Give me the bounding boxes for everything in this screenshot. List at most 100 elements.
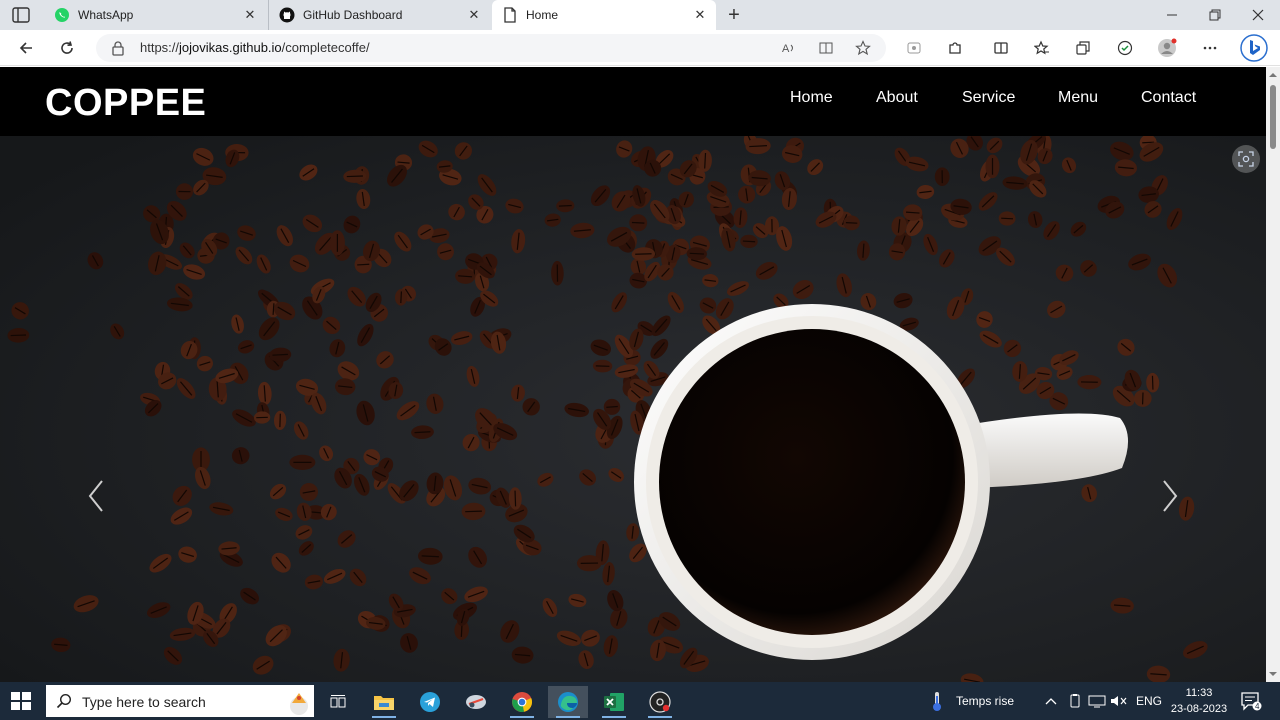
edge-icon[interactable]	[548, 686, 588, 718]
nav-home[interactable]: Home	[790, 89, 833, 107]
nav-service[interactable]: Service	[962, 89, 1015, 107]
tab-home[interactable]: Home ✕	[492, 0, 716, 30]
tab-strip: WhatsApp ✕ GitHub Dashboard ✕ Home ✕ +	[0, 0, 1280, 30]
language-indicator[interactable]: ENG	[1136, 682, 1162, 720]
tab-github-dashboard[interactable]: GitHub Dashboard ✕	[268, 0, 490, 30]
scroll-down-icon[interactable]	[1269, 670, 1277, 678]
immersive-reader-icon[interactable]	[817, 39, 835, 57]
network-icon[interactable]	[1088, 682, 1106, 720]
url-scheme: https://	[140, 40, 180, 55]
new-tab-icon[interactable]: +	[722, 3, 746, 27]
system-clock[interactable]: 11:33 23-08-2023	[1170, 685, 1228, 717]
nav-contact[interactable]: Contact	[1141, 89, 1196, 107]
carousel-next-icon[interactable]	[1158, 476, 1182, 516]
file-explorer-icon[interactable]	[364, 686, 404, 718]
running-indicator	[556, 716, 580, 718]
coffee-bean-crease	[357, 263, 370, 266]
hero-image	[0, 132, 1266, 682]
tab-actions-icon[interactable]	[12, 7, 30, 23]
task-view-icon[interactable]	[318, 686, 358, 718]
close-window-icon[interactable]	[1237, 0, 1279, 30]
weather-widget[interactable]: Temps rise	[930, 682, 1014, 720]
collections-icon[interactable]	[1071, 36, 1095, 60]
web-page: COPPEE Home About Service Menu Contact	[0, 67, 1266, 682]
snipping-tool-icon[interactable]	[456, 686, 496, 718]
url-text[interactable]: https://jojovikas.github.io/completecoff…	[140, 40, 370, 55]
show-hidden-icons-icon[interactable]	[1044, 682, 1058, 720]
weather-text: Temps rise	[956, 694, 1015, 708]
running-indicator	[648, 716, 672, 718]
bing-chat-icon[interactable]	[1240, 34, 1268, 62]
coffee-bean-crease	[689, 252, 704, 255]
profile-avatar[interactable]	[1155, 36, 1179, 60]
coffee-bean-crease	[400, 291, 403, 304]
volume-muted-icon[interactable]	[1110, 682, 1128, 720]
nav-about[interactable]: About	[876, 89, 918, 107]
chrome-icon[interactable]	[502, 686, 542, 718]
lock-icon[interactable]	[110, 40, 126, 56]
coffee-bean-crease	[272, 353, 288, 356]
back-icon[interactable]	[14, 36, 38, 60]
close-icon[interactable]: ✕	[464, 5, 484, 25]
clock-date: 23-08-2023	[1170, 703, 1228, 715]
refresh-icon[interactable]	[55, 36, 79, 60]
coffee-bean-crease	[1001, 217, 1014, 220]
thermometer-icon	[933, 692, 941, 711]
tab-label: GitHub Dashboard	[303, 8, 403, 22]
url-host: jojovikas.github.io	[179, 40, 282, 55]
page-scrollbar[interactable]	[1266, 67, 1280, 682]
running-indicator	[372, 716, 396, 718]
carousel-prev-icon[interactable]	[84, 476, 108, 516]
svg-text:A: A	[782, 43, 790, 55]
obs-recorder-icon[interactable]	[640, 686, 680, 718]
extensions-puzzle-icon[interactable]	[943, 36, 967, 60]
scroll-up-icon[interactable]	[1269, 71, 1277, 79]
page-icon	[502, 7, 518, 23]
browser-toolbar: https://jojovikas.github.io/completecoff…	[0, 30, 1280, 66]
search-placeholder: Type here to search	[82, 694, 206, 710]
scrollbar-thumb[interactable]	[1270, 85, 1276, 149]
coffee-bean-crease	[10, 334, 27, 337]
browser-essentials-icon[interactable]	[1113, 36, 1137, 60]
address-bar[interactable]: https://jojovikas.github.io/completecoff…	[96, 34, 886, 62]
excel-icon[interactable]	[594, 686, 634, 718]
running-indicator	[602, 716, 626, 718]
coffee-bean-crease	[414, 431, 431, 434]
site-navbar: COPPEE Home About Service Menu Contact	[0, 67, 1266, 136]
whatsapp-icon	[54, 7, 70, 23]
more-menu-icon[interactable]	[1198, 36, 1222, 60]
taskbar-search-box[interactable]: Type here to search	[46, 685, 314, 717]
coffee-bean-crease	[346, 175, 363, 178]
tab-label: WhatsApp	[78, 8, 134, 22]
coffee-bean-crease	[742, 240, 756, 243]
hero-carousel	[0, 132, 1266, 682]
coffee-bean-crease	[704, 152, 707, 169]
notification-count: 4	[1255, 702, 1260, 711]
clock-time: 11:33	[1185, 687, 1213, 699]
close-icon[interactable]: ✕	[240, 5, 260, 25]
visual-search-icon[interactable]	[1232, 145, 1260, 173]
site-logo[interactable]: COPPEE	[45, 82, 206, 125]
telegram-icon[interactable]	[410, 686, 450, 718]
coffee-bean-crease	[465, 510, 482, 513]
notification-center-icon[interactable]: 4	[1240, 682, 1262, 720]
tab-whatsapp[interactable]: WhatsApp ✕	[44, 0, 266, 30]
coffee-bean-crease	[558, 204, 572, 207]
favorites-icon[interactable]	[1030, 36, 1054, 60]
battery-icon[interactable]	[1067, 682, 1083, 720]
coffee-bean-crease	[631, 221, 645, 224]
coffee-bean-crease	[272, 303, 275, 315]
github-icon	[279, 7, 295, 23]
extension-icon[interactable]	[902, 36, 926, 60]
read-aloud-icon[interactable]: A	[780, 39, 798, 57]
coffee-bean-crease	[514, 490, 517, 507]
favorite-star-icon[interactable]	[854, 39, 872, 57]
minimize-icon[interactable]	[1151, 0, 1193, 30]
tab-label: Home	[526, 8, 559, 22]
search-icon	[56, 693, 72, 709]
restore-icon[interactable]	[1194, 0, 1236, 30]
close-icon[interactable]: ✕	[690, 5, 710, 25]
windows-start-icon[interactable]	[10, 691, 32, 711]
nav-menu[interactable]: Menu	[1058, 89, 1098, 107]
split-screen-icon[interactable]	[989, 36, 1013, 60]
